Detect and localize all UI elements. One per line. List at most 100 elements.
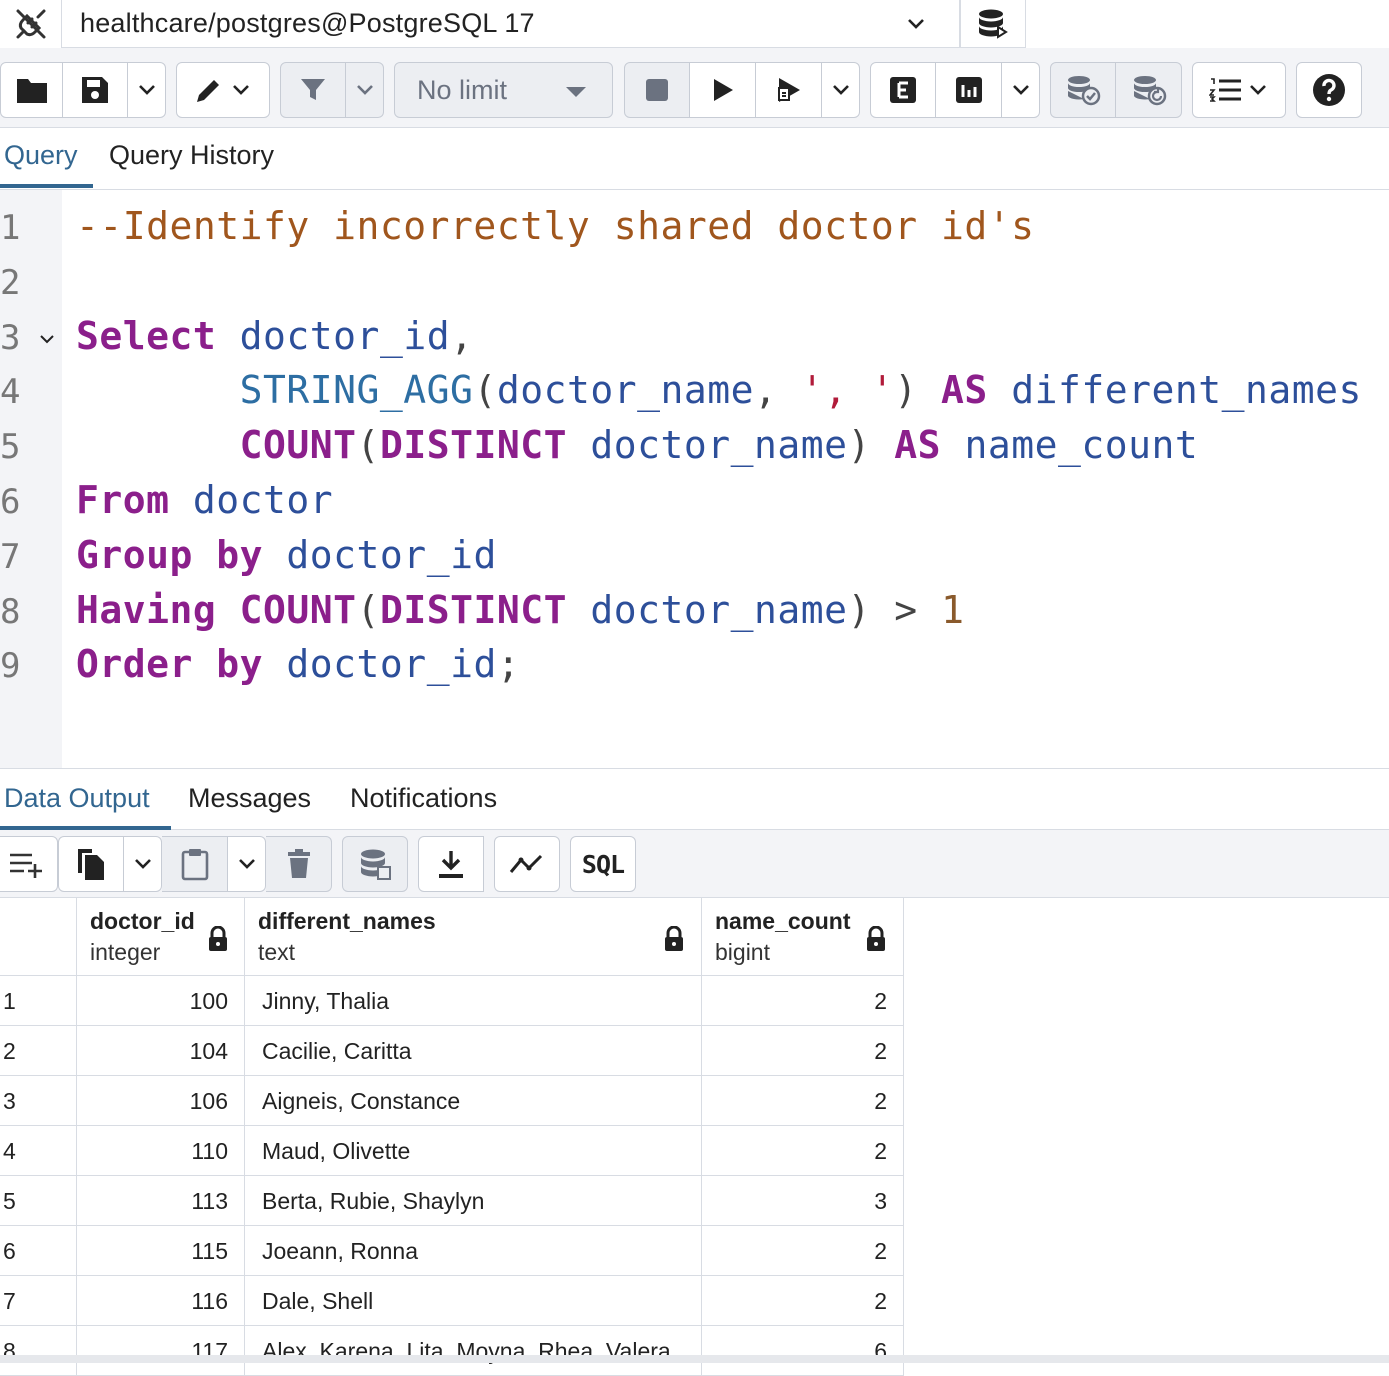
explain-options-dropdown[interactable] <box>1002 62 1040 118</box>
connection-select[interactable]: healthcare/postgres@PostgreSQL 17 <box>62 0 960 48</box>
copy-button[interactable] <box>58 836 124 892</box>
different-names-cell[interactable]: Maud, Olivette <box>245 1126 702 1176</box>
doctor-id-cell[interactable]: 113 <box>77 1176 245 1226</box>
row-number-cell[interactable]: 8 <box>0 1326 77 1376</box>
open-file-button[interactable] <box>0 62 63 118</box>
row-number-cell[interactable]: 1 <box>0 976 77 1026</box>
name-count-cell[interactable]: 2 <box>702 1276 904 1326</box>
name-count-cell[interactable]: 2 <box>702 1026 904 1076</box>
edit-button[interactable] <box>176 62 270 118</box>
save-button[interactable] <box>63 62 128 118</box>
sql-editor[interactable]: 1 2 3 4 5 6 7 8 9 --Identify incorrectly shared … <box>0 190 1389 768</box>
doctor-id-cell[interactable]: 104 <box>77 1026 245 1076</box>
database-button[interactable] <box>960 0 1026 48</box>
table-row[interactable]: 4 110 Maud, Olivette 2 <box>0 1126 904 1176</box>
database-icon <box>979 9 1008 39</box>
sql-button[interactable]: SQL <box>570 836 636 892</box>
code-token: doctor_id <box>239 313 451 358</box>
different-names-cell[interactable]: Dale, Shell <box>245 1276 702 1326</box>
different-names-cell[interactable]: Aigneis, Constance <box>245 1076 702 1126</box>
execute-script-button[interactable] <box>756 62 822 118</box>
tab-query[interactable]: Query <box>4 140 78 171</box>
code-line: Having COUNT(DISTINCT doctor_name) > 1 <box>76 588 964 632</box>
table-row[interactable]: 8 117 Alex, Karena, Lita, Moyna, Rhea, Val… <box>0 1326 904 1376</box>
different-names-cell[interactable]: Joeann, Ronna <box>245 1226 702 1276</box>
doctor-id-cell[interactable]: 115 <box>77 1226 245 1276</box>
code-token: Order by <box>76 642 264 687</box>
graph-visualiser-button[interactable] <box>494 836 560 892</box>
paste-options-dropdown[interactable] <box>228 836 266 892</box>
table-row[interactable]: 2 104 Cacilie, Caritta 2 <box>0 1026 904 1076</box>
code-token: doctor_id <box>286 532 497 577</box>
doctor-id-cell[interactable]: 100 <box>77 976 245 1026</box>
horizontal-scrollbar[interactable] <box>0 1355 1389 1363</box>
data-grid: doctor_id integer different_names text n… <box>0 898 904 1376</box>
macros-button[interactable] <box>1192 62 1286 118</box>
row-number-header[interactable] <box>0 898 77 976</box>
table-row[interactable]: 7 116 Dale, Shell 2 <box>0 1276 904 1326</box>
name-count-cell[interactable]: 2 <box>702 1226 904 1276</box>
help-button[interactable] <box>1296 62 1362 118</box>
name-count-cell[interactable]: 3 <box>702 1176 904 1226</box>
different-names-cell[interactable]: Jinny, Thalia <box>245 976 702 1026</box>
different-names-cell[interactable]: Berta, Rubie, Shaylyn <box>245 1176 702 1226</box>
name-count-cell[interactable]: 2 <box>702 976 904 1026</box>
doctor-id-cell[interactable]: 116 <box>77 1276 245 1326</box>
different-names-cell[interactable]: Cacilie, Caritta <box>245 1026 702 1076</box>
copy-options-dropdown[interactable] <box>124 836 162 892</box>
save-data-button[interactable] <box>342 836 408 892</box>
filter-dropdown[interactable] <box>346 62 384 118</box>
name-count-cell[interactable]: 2 <box>702 1076 904 1126</box>
download-button[interactable] <box>418 836 484 892</box>
explain-button[interactable] <box>870 62 936 118</box>
lock-icon <box>867 926 885 951</box>
table-row[interactable]: 1 100 Jinny, Thalia 2 <box>0 976 904 1026</box>
name-count-cell[interactable]: 6 <box>702 1326 904 1376</box>
tab-query-history[interactable]: Query History <box>109 140 274 171</box>
code-token: --Identify incorrectly shared doctor id'… <box>76 204 1035 248</box>
doctor-id-cell[interactable]: 106 <box>77 1076 245 1126</box>
row-limit-select[interactable]: No limit <box>394 62 613 118</box>
column-header-different-names[interactable]: different_names text <box>245 898 702 976</box>
fold-chevron-icon[interactable] <box>38 330 56 348</box>
explain-analyze-button[interactable] <box>936 62 1002 118</box>
stop-button[interactable] <box>624 62 690 118</box>
save-options-dropdown[interactable] <box>128 62 166 118</box>
doctor-id-cell[interactable]: 117 <box>77 1326 245 1376</box>
column-header-doctor-id[interactable]: doctor_id integer <box>77 898 245 976</box>
table-row[interactable]: 6 115 Joeann, Ronna 2 <box>0 1226 904 1276</box>
row-number-cell[interactable]: 4 <box>0 1126 77 1176</box>
filter-button[interactable] <box>280 62 346 118</box>
rollback-button[interactable] <box>1116 62 1182 118</box>
tab-messages[interactable]: Messages <box>188 783 311 814</box>
row-number-cell[interactable]: 7 <box>0 1276 77 1326</box>
row-number-cell[interactable]: 2 <box>0 1026 77 1076</box>
connection-status-button[interactable] <box>0 0 62 48</box>
column-type: bigint <box>715 939 770 965</box>
tab-data-output[interactable]: Data Output <box>4 783 150 814</box>
row-number-cell[interactable]: 6 <box>0 1226 77 1276</box>
doctor-id-cell[interactable]: 110 <box>77 1126 245 1176</box>
delete-button[interactable] <box>266 836 332 892</box>
code-token: ( <box>356 423 380 468</box>
add-row-button[interactable] <box>0 836 58 892</box>
execute-button[interactable] <box>690 62 756 118</box>
tab-notifications[interactable]: Notifications <box>350 783 497 814</box>
paste-button[interactable] <box>162 836 228 892</box>
row-number-cell[interactable]: 5 <box>0 1176 77 1226</box>
line-number: 2 <box>0 262 21 303</box>
commit-button[interactable] <box>1050 62 1116 118</box>
table-row[interactable]: 3 106 Aigneis, Constance 2 <box>0 1076 904 1126</box>
code-token: ( <box>473 368 497 413</box>
execute-options-dropdown[interactable] <box>822 62 860 118</box>
connection-bar: healthcare/postgres@PostgreSQL 17 <box>0 0 1389 48</box>
table-row[interactable]: 5 113 Berta, Rubie, Shaylyn 3 <box>0 1176 904 1226</box>
commit-icon <box>1068 76 1101 106</box>
row-number-cell[interactable]: 3 <box>0 1076 77 1126</box>
column-header-name-count[interactable]: name_count bigint <box>702 898 904 976</box>
name-count-cell[interactable]: 2 <box>702 1126 904 1176</box>
different-names-cell[interactable]: Alex, Karena, Lita, Moyna, Rhea, Valera <box>245 1326 702 1376</box>
